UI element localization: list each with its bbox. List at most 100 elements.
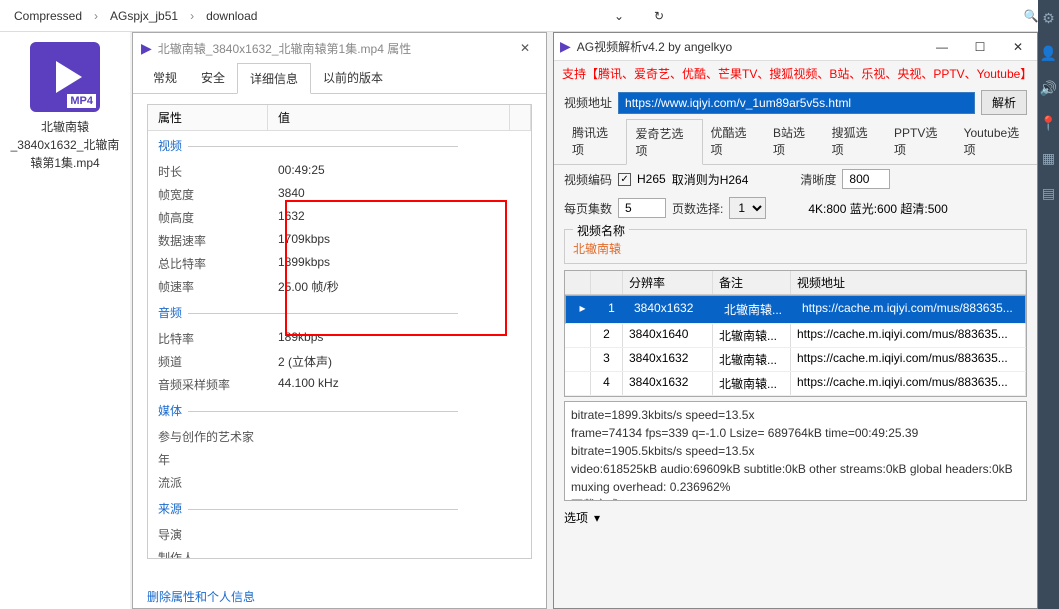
- tab-tencent[interactable]: 腾讯选项: [564, 119, 626, 164]
- prop-value: 3840: [278, 186, 521, 203]
- prop-name: 比特率: [158, 330, 278, 347]
- property-row[interactable]: 数据速率1709kbps: [148, 229, 531, 252]
- prop-value: [278, 474, 521, 491]
- perpage-input[interactable]: [618, 198, 666, 218]
- property-row[interactable]: 音频采样频率44.100 kHz: [148, 373, 531, 396]
- clarity-input[interactable]: [842, 169, 890, 189]
- prop-name: 频道: [158, 353, 278, 370]
- property-row[interactable]: 频道2 (立体声): [148, 350, 531, 373]
- property-row[interactable]: 帧宽度3840: [148, 183, 531, 206]
- property-row[interactable]: 帧高度1632: [148, 206, 531, 229]
- col-marker[interactable]: [565, 271, 591, 294]
- properties-title: 北辙南辕_3840x1632_北辙南辕第1集.mp4 属性: [158, 40, 512, 57]
- tab-youku[interactable]: 优酷选项: [703, 119, 765, 164]
- prop-name: 音频采样频率: [158, 376, 278, 393]
- tab-details[interactable]: 详细信息: [237, 63, 311, 94]
- h265-checkbox[interactable]: ✓: [618, 173, 631, 186]
- property-row[interactable]: 制作人: [148, 546, 531, 559]
- ag-parser-window: ▶ AG视频解析v4.2 by angelkyo — ☐ ✕ 支持【腾讯、爱奇艺…: [553, 32, 1038, 609]
- prop-value: 00:49:25: [278, 163, 521, 180]
- layers-icon[interactable]: ▤: [1042, 185, 1055, 202]
- file-list[interactable]: MP4 北辙南辕_3840x1632_北辙南辕第1集.mp4: [0, 32, 130, 609]
- prop-name: 帧高度: [158, 209, 278, 226]
- col-spacer: [510, 105, 531, 130]
- crumb-0[interactable]: Compressed: [14, 9, 82, 23]
- close-icon[interactable]: ✕: [512, 41, 538, 55]
- property-row[interactable]: 参与创作的艺术家: [148, 425, 531, 448]
- user-icon[interactable]: 👤: [1040, 45, 1057, 62]
- chevron-right-icon: ›: [94, 9, 98, 23]
- prop-value: 25.00 帧/秒: [278, 278, 521, 295]
- tab-youtube[interactable]: Youtube选项: [956, 119, 1037, 164]
- minimize-button[interactable]: —: [923, 33, 961, 61]
- col-resolution[interactable]: 分辨率: [623, 271, 713, 294]
- prop-value: 2 (立体声): [278, 353, 521, 370]
- results-grid: 分辨率 备注 视频地址 ▸13840x1632北辙南辕...https://ca…: [564, 270, 1027, 397]
- col-url[interactable]: 视频地址: [791, 271, 1026, 294]
- page-select[interactable]: 1: [729, 197, 766, 219]
- result-row[interactable]: 23840x1640北辙南辕...https://cache.m.iqiyi.c…: [565, 324, 1026, 348]
- prop-name: 年: [158, 451, 278, 468]
- section-media: 媒体: [148, 396, 531, 425]
- properties-grid: 属性 值 视频 时长00:49:25帧宽度3840帧高度1632数据速率1709…: [147, 104, 532, 559]
- property-row[interactable]: 时长00:49:25: [148, 160, 531, 183]
- maximize-button[interactable]: ☐: [961, 33, 999, 61]
- url-label: 视频地址: [564, 94, 612, 111]
- result-row[interactable]: 33840x1632北辙南辕...https://cache.m.iqiyi.c…: [565, 348, 1026, 372]
- crumb-1[interactable]: AGspjx_jb51: [110, 9, 178, 23]
- property-row[interactable]: 帧速率25.00 帧/秒: [148, 275, 531, 298]
- provider-tabs: 腾讯选项 爱奇艺选项 优酷选项 B站选项 搜狐选项 PPTV选项 Youtube…: [554, 119, 1037, 165]
- properties-tabs: 常规 安全 详细信息 以前的版本: [133, 63, 546, 94]
- prop-value: [278, 549, 521, 559]
- prop-value: [278, 428, 521, 445]
- prop-value: [278, 526, 521, 543]
- chevron-right-icon: ›: [190, 9, 194, 23]
- dropdown-icon[interactable]: ⌄: [605, 4, 633, 28]
- tab-iqiyi[interactable]: 爱奇艺选项: [626, 119, 702, 165]
- tab-security[interactable]: 安全: [189, 63, 237, 93]
- col-property[interactable]: 属性: [148, 105, 268, 130]
- property-row[interactable]: 流派: [148, 471, 531, 494]
- gear-icon[interactable]: ⚙: [1042, 10, 1055, 27]
- remove-properties-link[interactable]: 删除属性和个人信息: [133, 584, 269, 609]
- file-name[interactable]: 北辙南辕_3840x1632_北辙南辕第1集.mp4: [10, 118, 120, 172]
- video-file-icon[interactable]: MP4: [30, 42, 100, 112]
- section-source: 来源: [148, 494, 531, 523]
- url-input[interactable]: https://www.iqiyi.com/v_1um89ar5v5s.html: [618, 92, 975, 114]
- prop-value: 1632: [278, 209, 521, 226]
- ag-title: AG视频解析v4.2 by angelkyo: [577, 38, 923, 55]
- prop-name: 导演: [158, 526, 278, 543]
- property-row[interactable]: 比特率189kbps: [148, 327, 531, 350]
- log-output[interactable]: bitrate=1899.3kbits/s speed=13.5xframe=7…: [564, 401, 1027, 501]
- encoding-label: 视频编码: [564, 171, 612, 188]
- tab-previous[interactable]: 以前的版本: [311, 63, 395, 93]
- property-row[interactable]: 总比特率1899kbps: [148, 252, 531, 275]
- prop-name: 参与创作的艺术家: [158, 428, 278, 445]
- col-note[interactable]: 备注: [713, 271, 791, 294]
- property-row[interactable]: 年: [148, 448, 531, 471]
- dropdown-icon[interactable]: ▾: [594, 511, 600, 525]
- col-value[interactable]: 值: [268, 105, 510, 130]
- refresh-icon[interactable]: ↻: [645, 4, 673, 28]
- tab-general[interactable]: 常规: [141, 63, 189, 93]
- property-row[interactable]: 导演: [148, 523, 531, 546]
- prop-name: 流派: [158, 474, 278, 491]
- tab-pptv[interactable]: PPTV选项: [886, 119, 956, 164]
- pin-icon[interactable]: 📍: [1040, 115, 1057, 132]
- sound-icon[interactable]: 🔊: [1040, 80, 1057, 97]
- col-num[interactable]: [591, 271, 623, 294]
- options-label[interactable]: 选项: [564, 509, 588, 526]
- section-audio: 音频: [148, 298, 531, 327]
- breadcrumb[interactable]: Compressed› AGspjx_jb51› download ⌄ ↻ 🔍: [0, 0, 1059, 32]
- prop-name: 帧速率: [158, 278, 278, 295]
- app-icon: ▶: [560, 38, 571, 55]
- crumb-2[interactable]: download: [206, 9, 257, 23]
- result-row[interactable]: ▸13840x1632北辙南辕...https://cache.m.iqiyi.…: [565, 295, 1026, 324]
- pagesel-label: 页数选择:: [672, 200, 723, 217]
- tab-bilibili[interactable]: B站选项: [765, 119, 824, 164]
- parse-button[interactable]: 解析: [981, 90, 1027, 115]
- result-row[interactable]: 43840x1632北辙南辕...https://cache.m.iqiyi.c…: [565, 372, 1026, 396]
- tab-sohu[interactable]: 搜狐选项: [824, 119, 886, 164]
- grid-icon[interactable]: ▦: [1042, 150, 1055, 167]
- close-button[interactable]: ✕: [999, 33, 1037, 61]
